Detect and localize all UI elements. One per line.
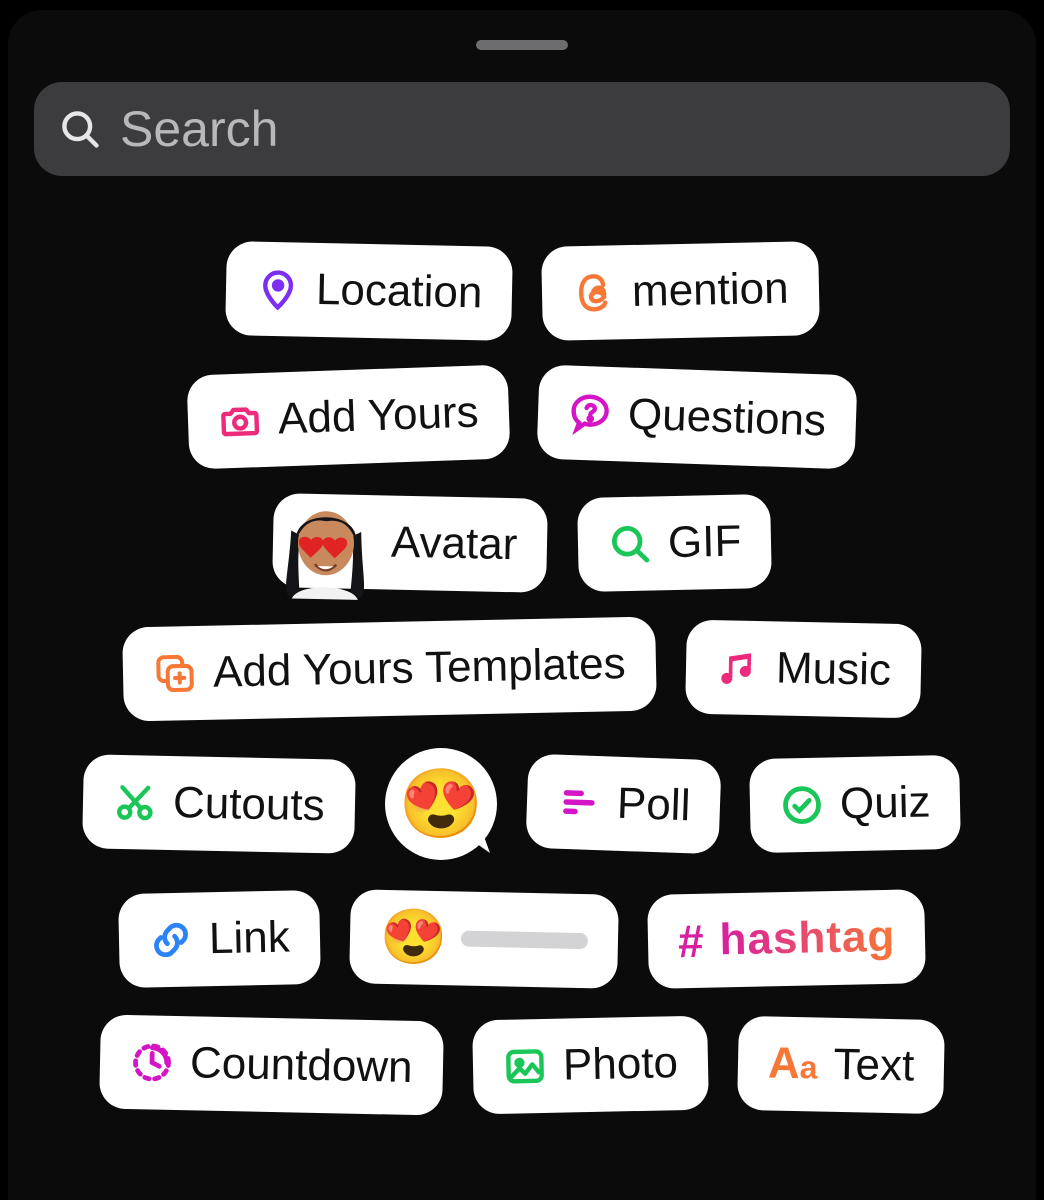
slider-track — [461, 931, 588, 950]
sticker-label: Music — [775, 643, 891, 695]
sticker-label: Countdown — [190, 1038, 414, 1093]
hash-symbol-icon: # — [677, 914, 704, 969]
search-icon — [58, 107, 102, 151]
duplicate-plus-icon — [153, 651, 198, 696]
search-input[interactable] — [120, 100, 986, 158]
sticker-emoji-slider[interactable]: 😍 — [349, 889, 619, 989]
sticker-text[interactable]: Aa Text — [737, 1016, 945, 1114]
heart-eyes-emoji-icon: 😍 — [379, 905, 448, 969]
countdown-clock-icon — [130, 1040, 175, 1085]
link-icon — [149, 918, 194, 963]
music-note-icon — [715, 645, 760, 690]
check-circle-icon — [780, 783, 825, 828]
sticker-poll[interactable]: Poll — [525, 754, 722, 855]
poll-lines-icon — [556, 780, 602, 826]
sticker-sheet: Location mention Add Yours Ques — [8, 10, 1036, 1200]
sheet-grabber[interactable] — [476, 40, 568, 50]
sticker-gif[interactable]: GIF — [577, 494, 772, 592]
sticker-quiz[interactable]: Quiz — [749, 755, 961, 853]
sticker-music[interactable]: Music — [685, 620, 922, 719]
question-bubble-icon — [568, 391, 614, 437]
sticker-emoji[interactable]: 😍 — [385, 748, 497, 860]
scissors-icon — [113, 780, 158, 825]
sticker-label: Add Yours Templates — [213, 639, 627, 698]
sticker-add-yours[interactable]: Add Yours — [186, 364, 510, 469]
sticker-label: Cutouts — [173, 778, 326, 831]
text-aa-icon: Aa — [767, 1038, 818, 1089]
heart-eyes-emoji-icon: 😍 — [399, 764, 484, 844]
sticker-cutouts[interactable]: Cutouts — [82, 754, 356, 854]
sticker-label: Photo — [562, 1038, 678, 1090]
search-icon — [607, 521, 652, 566]
avatar-preview-icon — [270, 490, 382, 602]
sticker-label: Questions — [627, 390, 827, 447]
sticker-location[interactable]: Location — [225, 241, 513, 341]
sticker-label: Quiz — [840, 777, 932, 829]
sticker-label: mention — [631, 264, 789, 317]
photo-icon — [502, 1044, 547, 1089]
sticker-grid: Location mention Add Yours Ques — [8, 226, 1036, 1200]
sticker-label: GIF — [667, 517, 741, 569]
sticker-hashtag[interactable]: # hashtag — [647, 889, 926, 989]
sticker-label: Add Yours — [277, 387, 479, 444]
sticker-add-yours-templates[interactable]: Add Yours Templates — [122, 616, 656, 721]
sticker-photo[interactable]: Photo — [472, 1016, 709, 1115]
sticker-label: Poll — [616, 779, 691, 832]
sticker-label: hashtag — [719, 912, 896, 966]
sticker-label: Avatar — [391, 518, 518, 571]
location-pin-icon — [255, 267, 300, 312]
sticker-label: Location — [315, 265, 482, 318]
sticker-countdown[interactable]: Countdown — [99, 1014, 444, 1115]
sticker-avatar[interactable]: Avatar — [272, 493, 548, 593]
threads-at-icon — [571, 270, 616, 315]
camera-icon — [217, 398, 263, 444]
sticker-questions[interactable]: Questions — [537, 364, 858, 469]
search-bar[interactable] — [34, 82, 1010, 176]
sticker-link[interactable]: Link — [118, 890, 321, 988]
sticker-label: Text — [833, 1040, 915, 1092]
sticker-mention[interactable]: mention — [541, 241, 819, 341]
sticker-label: Link — [208, 913, 290, 965]
